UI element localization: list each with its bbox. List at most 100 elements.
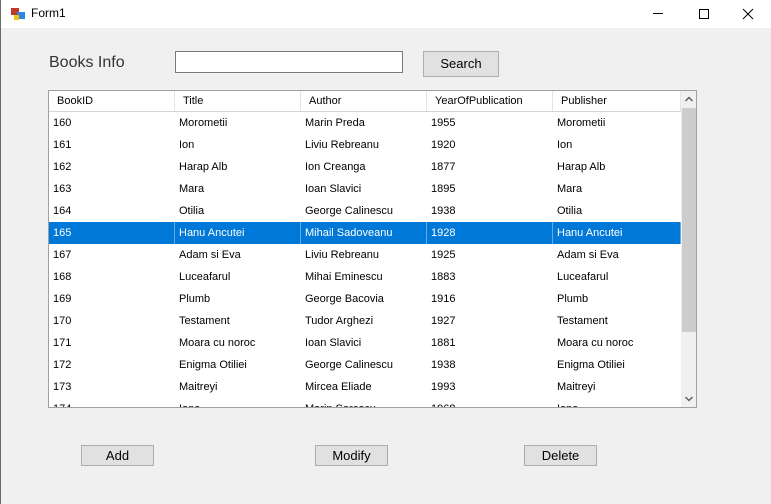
cell-year[interactable]: 1883 — [427, 266, 553, 288]
minimize-button[interactable] — [635, 0, 681, 28]
vertical-scrollbar[interactable] — [681, 91, 696, 407]
cell-publisher[interactable]: Maitreyi — [553, 376, 681, 398]
cell-author[interactable]: Tudor Arghezi — [301, 310, 427, 332]
table-row[interactable]: 162 Harap Alb Ion Creanga 1877 Harap Alb — [49, 156, 681, 178]
cell-year[interactable]: 1881 — [427, 332, 553, 354]
cell-publisher[interactable]: Adam si Eva — [553, 244, 681, 266]
cell-publisher[interactable]: Plumb — [553, 288, 681, 310]
cell-bookid[interactable]: 162 — [49, 156, 175, 178]
cell-publisher[interactable]: Ion — [553, 134, 681, 156]
cell-year[interactable]: 1895 — [427, 178, 553, 200]
cell-author[interactable]: Liviu Rebreanu — [301, 244, 427, 266]
maximize-button[interactable] — [681, 0, 727, 28]
scroll-up-button[interactable] — [681, 91, 696, 107]
title-bar[interactable]: Form1 — [1, 0, 771, 28]
cell-year[interactable]: 1955 — [427, 112, 553, 134]
cell-bookid[interactable]: 171 — [49, 332, 175, 354]
cell-year[interactable]: 1928 — [427, 222, 553, 244]
column-header-publisher[interactable]: Publisher — [553, 91, 681, 111]
cell-year[interactable]: 1938 — [427, 354, 553, 376]
cell-publisher[interactable]: Testament — [553, 310, 681, 332]
table-row[interactable]: 164 Otilia George Calinescu 1938 Otilia — [49, 200, 681, 222]
cell-publisher[interactable]: Moara cu noroc — [553, 332, 681, 354]
cell-year[interactable]: 1925 — [427, 244, 553, 266]
cell-author[interactable]: Marin Preda — [301, 112, 427, 134]
cell-author[interactable]: Ioan Slavici — [301, 332, 427, 354]
cell-bookid[interactable]: 164 — [49, 200, 175, 222]
cell-publisher[interactable]: Morometii — [553, 112, 681, 134]
cell-bookid[interactable]: 160 — [49, 112, 175, 134]
cell-author[interactable]: George Calinescu — [301, 354, 427, 376]
cell-year[interactable]: 1920 — [427, 134, 553, 156]
cell-title[interactable]: Iona — [175, 398, 301, 407]
cell-title[interactable]: Ion — [175, 134, 301, 156]
table-row[interactable]: 160 Morometii Marin Preda 1955 Morometii — [49, 112, 681, 134]
cell-bookid[interactable]: 173 — [49, 376, 175, 398]
cell-title[interactable]: Moara cu noroc — [175, 332, 301, 354]
delete-button[interactable]: Delete — [524, 445, 597, 466]
cell-title[interactable]: Enigma Otiliei — [175, 354, 301, 376]
cell-year[interactable]: 1927 — [427, 310, 553, 332]
table-row[interactable]: 174IonaMarin Sorescu1968Iona — [49, 398, 681, 407]
column-header-title[interactable]: Title — [175, 91, 301, 111]
cell-year[interactable]: 1877 — [427, 156, 553, 178]
table-row[interactable]: 171 Moara cu noroc Ioan Slavici 1881 Moara c… — [49, 332, 681, 354]
add-button[interactable]: Add — [81, 445, 154, 466]
cell-author[interactable]: George Calinescu — [301, 200, 427, 222]
cell-title[interactable]: Testament — [175, 310, 301, 332]
table-row-selected[interactable]: 165 Hanu Ancutei Mihail Sadoveanu 1928 Hanu … — [49, 222, 681, 244]
table-row[interactable]: 172 Enigma Otiliei George Calinescu 1938 Eni… — [49, 354, 681, 376]
table-row[interactable]: 167 Adam si Eva Liviu Rebreanu 1925 Adam si … — [49, 244, 681, 266]
table-row[interactable]: 168 Luceafarul Mihai Eminescu 1883 Luceafaru… — [49, 266, 681, 288]
cell-publisher[interactable]: Enigma Otiliei — [553, 354, 681, 376]
column-header-year[interactable]: YearOfPublication — [427, 91, 553, 111]
cell-publisher[interactable]: Otilia — [553, 200, 681, 222]
cell-bookid[interactable]: 170 — [49, 310, 175, 332]
cell-year[interactable]: 1993 — [427, 376, 553, 398]
cell-bookid[interactable]: 165 — [49, 222, 175, 244]
cell-bookid[interactable]: 161 — [49, 134, 175, 156]
cell-bookid[interactable]: 167 — [49, 244, 175, 266]
cell-author[interactable]: George Bacovia — [301, 288, 427, 310]
cell-publisher[interactable]: Harap Alb — [553, 156, 681, 178]
table-row[interactable]: 163 Mara Ioan Slavici 1895 Mara — [49, 178, 681, 200]
cell-bookid[interactable]: 168 — [49, 266, 175, 288]
cell-author[interactable]: Ioan Slavici — [301, 178, 427, 200]
cell-title[interactable]: Otilia — [175, 200, 301, 222]
cell-title[interactable]: Adam si Eva — [175, 244, 301, 266]
cell-author[interactable]: Marin Sorescu — [301, 398, 427, 407]
cell-title[interactable]: Maitreyi — [175, 376, 301, 398]
table-row[interactable]: 173 Maitreyi Mircea Eliade 1993 Maitreyi — [49, 376, 681, 398]
table-row[interactable]: 170 Testament Tudor Arghezi 1927 Testament — [49, 310, 681, 332]
cell-year[interactable]: 1916 — [427, 288, 553, 310]
cell-title[interactable]: Mara — [175, 178, 301, 200]
cell-title[interactable]: Morometii — [175, 112, 301, 134]
cell-author[interactable]: Mihai Eminescu — [301, 266, 427, 288]
cell-publisher[interactable]: Iona — [553, 398, 681, 407]
column-header-author[interactable]: Author — [301, 91, 427, 111]
books-data-grid[interactable]: BookID Title Author YearOfPublication Pu… — [48, 90, 697, 408]
search-button[interactable]: Search — [423, 51, 499, 77]
cell-author[interactable]: Mircea Eliade — [301, 376, 427, 398]
scrollbar-thumb[interactable] — [682, 108, 696, 332]
close-button[interactable] — [725, 0, 771, 28]
table-row[interactable]: 161 Ion Liviu Rebreanu 1920 Ion — [49, 134, 681, 156]
cell-title[interactable]: Luceafarul — [175, 266, 301, 288]
cell-year[interactable]: 1968 — [427, 398, 553, 407]
table-row[interactable]: 169 Plumb George Bacovia 1916 Plumb — [49, 288, 681, 310]
column-header-bookid[interactable]: BookID — [49, 91, 175, 111]
cell-publisher[interactable]: Luceafarul — [553, 266, 681, 288]
cell-title[interactable]: Harap Alb — [175, 156, 301, 178]
cell-bookid[interactable]: 172 — [49, 354, 175, 376]
cell-author[interactable]: Liviu Rebreanu — [301, 134, 427, 156]
cell-year[interactable]: 1938 — [427, 200, 553, 222]
cell-bookid[interactable]: 169 — [49, 288, 175, 310]
scroll-down-button[interactable] — [681, 391, 696, 407]
cell-publisher[interactable]: Mara — [553, 178, 681, 200]
cell-title[interactable]: Hanu Ancutei — [175, 222, 301, 244]
modify-button[interactable]: Modify — [315, 445, 388, 466]
cell-title[interactable]: Plumb — [175, 288, 301, 310]
cell-author[interactable]: Ion Creanga — [301, 156, 427, 178]
cell-publisher[interactable]: Hanu Ancutei — [553, 222, 681, 244]
cell-bookid[interactable]: 174 — [49, 398, 175, 407]
